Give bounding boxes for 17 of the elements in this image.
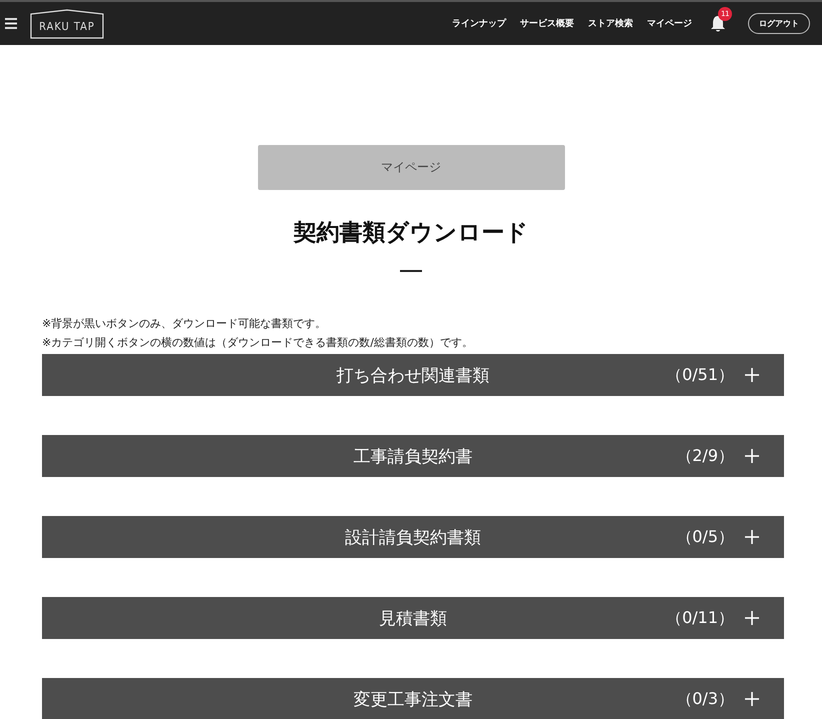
category-toggle[interactable]: 設計請負契約書類 （0/5）	[42, 516, 784, 558]
nav-link[interactable]: サービス概要	[520, 17, 574, 30]
bell-icon[interactable]	[710, 14, 726, 32]
menu-icon[interactable]	[5, 18, 17, 29]
logout-button[interactable]: ログアウト	[748, 13, 810, 34]
logo[interactable]: RAKU TAP	[30, 8, 104, 38]
category-toggle[interactable]: 打ち合わせ関連書類 （0/51）	[42, 354, 784, 396]
nav-link[interactable]: ラインナップ	[452, 17, 506, 30]
nav-link[interactable]: ストア検索	[588, 17, 633, 30]
note-text: ※背景が黒いボタンのみ、ダウンロード可能な書類です。	[42, 316, 328, 332]
category-toggle[interactable]: 工事請負契約書 （2/9）	[42, 435, 784, 477]
category-toggle[interactable]: 見積書類 （0/11）	[42, 597, 784, 639]
nav-link[interactable]: マイページ	[647, 17, 692, 30]
note-text: ※カテゴリ開くボタンの横の数値は（ダウンロードできる書類の数/総書類の数）です。	[42, 335, 474, 351]
mypage-button[interactable]: マイページ	[258, 145, 564, 190]
page-title: 契約書類ダウンロード	[294, 219, 528, 248]
category-toggle[interactable]: 変更工事注文書 （0/3）	[42, 678, 784, 719]
